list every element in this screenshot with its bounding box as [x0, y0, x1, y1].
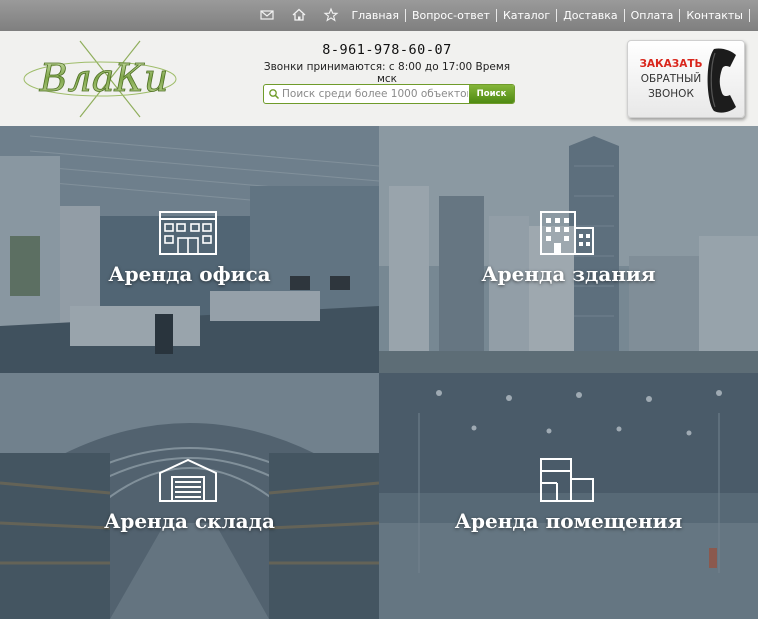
warehouse-icon — [159, 458, 217, 502]
tile-building-rent[interactable]: Аренда здания — [379, 126, 758, 373]
tile-warehouse-rent[interactable]: Аренда склада — [0, 373, 379, 619]
nav-divider — [749, 9, 750, 22]
nav-faq[interactable]: Вопрос-ответ — [406, 9, 496, 22]
home-icon[interactable] — [290, 6, 308, 24]
nav-contacts[interactable]: Контакты — [680, 9, 749, 22]
nav-delivery[interactable]: Доставка — [557, 9, 623, 22]
floor-plan-icon — [540, 458, 594, 502]
tile-label: Аренда здания — [481, 262, 656, 286]
callback-line-3: ЗВОНОК — [648, 88, 694, 100]
nav-payment[interactable]: Оплата — [625, 9, 680, 22]
mail-icon[interactable] — [258, 6, 276, 24]
tile-label: Аренда склада — [104, 509, 275, 533]
tile-label: Аренда помещения — [454, 509, 683, 533]
star-icon[interactable] — [322, 6, 340, 24]
callback-line-2: ОБРАТНЫЙ — [640, 73, 702, 85]
callback-button[interactable]: ЗАКАЗАТЬ ОБРАТНЫЙ ЗВОНОК — [627, 40, 745, 118]
search-input[interactable] — [282, 85, 468, 103]
nav-home[interactable]: Главная — [345, 9, 405, 22]
office-building-icon — [159, 211, 217, 255]
phone-handset-icon — [707, 48, 736, 113]
callback-line-order: ЗАКАЗАТЬ — [639, 58, 703, 70]
site-logo[interactable]: ВлаКи — [20, 39, 190, 119]
site-header: ВлаКи 8-961-978-60-07 Звонки принимаются… — [0, 31, 758, 126]
callback-text: ЗАКАЗАТЬ ОБРАТНЫЙ ЗВОНОК — [634, 57, 708, 102]
call-hours: Звонки принимаются: с 8:00 до 17:00 Врем… — [263, 61, 511, 85]
tile-office-rent[interactable]: Аренда офиса — [0, 126, 379, 373]
building-icon — [540, 211, 594, 255]
category-tiles: Аренда офиса Аренда здания Аренда склада… — [0, 126, 758, 619]
svg-text:ВлаКи: ВлаКи — [39, 56, 169, 100]
search-icon — [269, 89, 280, 100]
top-icons — [258, 6, 340, 24]
search-bar: Поиск — [263, 84, 515, 104]
search-button[interactable]: Поиск — [469, 85, 514, 103]
main-nav: Главная Вопрос-ответ Каталог Доставка Оп… — [345, 9, 750, 22]
phone-number[interactable]: 8-961-978-60-07 — [262, 42, 512, 58]
nav-catalog[interactable]: Каталог — [497, 9, 556, 22]
tile-label: Аренда офиса — [108, 262, 271, 286]
tile-premises-rent[interactable]: Аренда помещения — [379, 373, 758, 619]
top-bar: Главная Вопрос-ответ Каталог Доставка Оп… — [0, 0, 758, 31]
